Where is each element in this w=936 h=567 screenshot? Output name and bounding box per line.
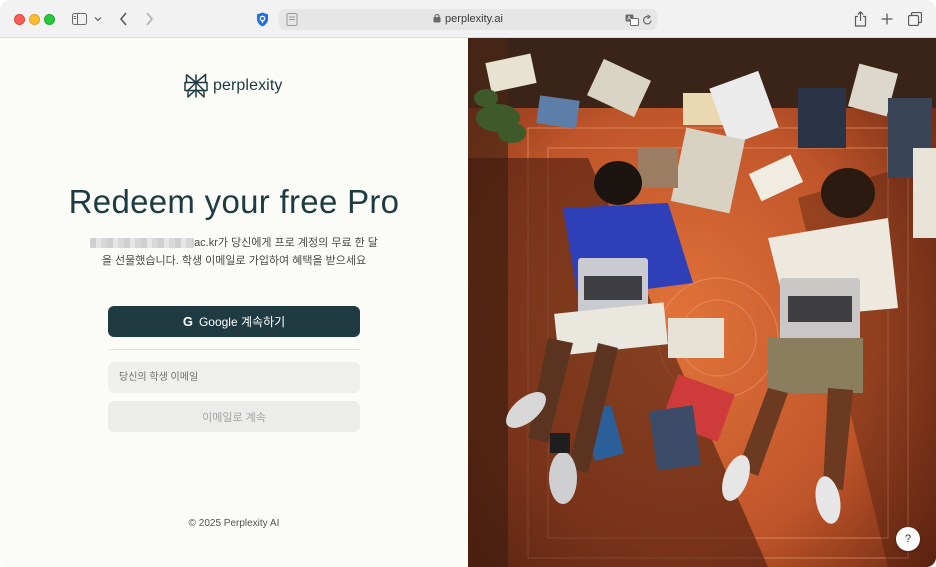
- translate-icon[interactable]: A: [625, 13, 639, 31]
- chevron-down-icon[interactable]: [93, 9, 103, 29]
- google-continue-button[interactable]: G Google 계속하기: [108, 306, 360, 337]
- help-button[interactable]: ?: [896, 527, 920, 551]
- description-line-2: 을 선물했습니다. 학생 이메일로 가입하여 혜택을 받으세요: [101, 255, 367, 267]
- new-tab-icon[interactable]: [880, 9, 894, 29]
- perplexity-logo-icon: [184, 73, 208, 98]
- share-icon[interactable]: [853, 9, 867, 29]
- hero-illustration: ?: [468, 38, 936, 567]
- url-text: perplexity.ai: [279, 9, 657, 30]
- signup-panel: perplexity Redeem your free Pro ac.kr가 당…: [0, 38, 468, 567]
- sidebar-icon[interactable]: [71, 9, 87, 29]
- zoom-window-button[interactable]: [44, 14, 55, 25]
- page-title: Redeem your free Pro: [68, 183, 400, 220]
- forward-icon[interactable]: [142, 9, 156, 29]
- privacy-shield-icon[interactable]: [255, 9, 270, 29]
- reload-icon[interactable]: [642, 13, 653, 31]
- email-continue-button[interactable]: 이메일로 계속: [108, 401, 360, 432]
- student-email-input[interactable]: [108, 362, 360, 393]
- svg-text:A: A: [627, 16, 631, 22]
- google-continue-label: Google 계속하기: [198, 315, 286, 329]
- browser-toolbar: perplexity.ai A: [0, 0, 936, 38]
- google-icon: G: [182, 314, 193, 329]
- description-line-1-text: ac.kr가 당신에게 프로 계정의 무료 한 달: [194, 237, 378, 249]
- tab-overview-icon[interactable]: [907, 9, 922, 29]
- address-bar[interactable]: perplexity.ai A: [279, 9, 657, 30]
- close-window-button[interactable]: [14, 14, 25, 25]
- redacted-email: [90, 238, 195, 249]
- brand-name: perplexity: [213, 77, 283, 94]
- url-label: perplexity.ai: [445, 13, 503, 25]
- students-on-rug-image: [468, 38, 936, 567]
- perplexity-logo[interactable]: perplexity: [184, 73, 282, 99]
- email-continue-label: 이메일로 계속: [202, 411, 266, 424]
- copyright-text: © 2025 Perplexity AI: [188, 518, 280, 529]
- browser-window: perplexity.ai A perplexity Redeem your f…: [0, 0, 936, 567]
- back-icon[interactable]: [116, 9, 130, 29]
- description-line-1: ac.kr가 당신에게 프로 계정의 무료 한 달: [60, 234, 408, 252]
- divider: [108, 349, 360, 350]
- minimize-window-button[interactable]: [29, 14, 40, 25]
- lock-icon: [433, 10, 441, 31]
